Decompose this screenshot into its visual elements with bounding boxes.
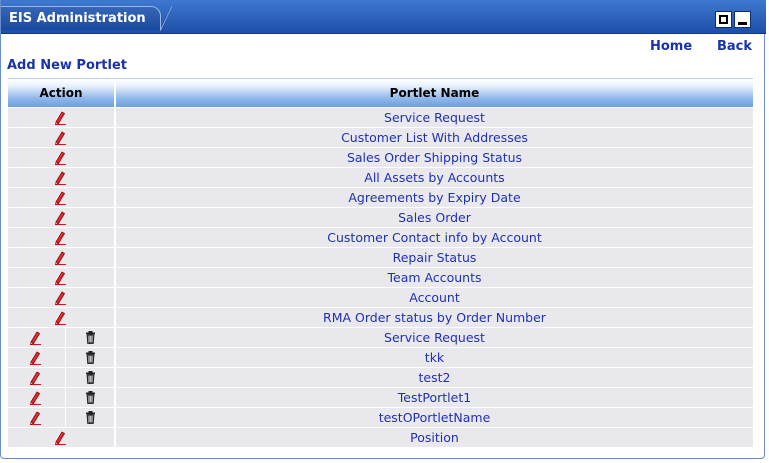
table-header: Action Portlet Name [8, 78, 753, 107]
table-row: TestPortlet1 [8, 388, 753, 407]
table-row: Account [8, 288, 753, 307]
portlet-table: Action Portlet Name Service Request Custo… [8, 78, 753, 447]
pencil-edit-icon[interactable] [52, 110, 67, 125]
pencil-edit-icon[interactable] [27, 350, 42, 365]
column-header-action: Action [8, 79, 116, 107]
action-cell [8, 348, 116, 367]
action-cell [8, 228, 116, 247]
action-divider [65, 368, 66, 387]
action-cell [8, 208, 116, 227]
home-link[interactable]: Home [650, 39, 692, 54]
action-divider [65, 408, 66, 427]
pencil-edit-icon[interactable] [52, 130, 67, 145]
action-divider [65, 388, 66, 407]
portlet-name-link[interactable]: RMA Order status by Order Number [116, 308, 753, 327]
action-cell [8, 148, 116, 167]
action-cell [8, 428, 116, 447]
action-cell [8, 308, 116, 327]
table-row: Sales Order Shipping Status [8, 148, 753, 167]
table-row: Repair Status [8, 248, 753, 267]
pencil-edit-icon[interactable] [52, 150, 67, 165]
trash-delete-icon[interactable] [83, 350, 98, 365]
trash-delete-icon[interactable] [83, 330, 98, 345]
portlet-name-link[interactable]: Service Request [116, 108, 753, 127]
pencil-edit-icon[interactable] [52, 210, 67, 225]
portlet-name-link[interactable]: Team Accounts [116, 268, 753, 287]
table-row: Customer List With Addresses [8, 128, 753, 147]
window-title: EIS Administration [1, 6, 172, 31]
trash-delete-icon[interactable] [83, 370, 98, 385]
action-cell [8, 248, 116, 267]
minimize-button[interactable] [734, 11, 751, 28]
pencil-edit-icon[interactable] [52, 250, 67, 265]
column-header-portlet-name: Portlet Name [389, 86, 480, 100]
pencil-edit-icon[interactable] [27, 410, 42, 425]
portlet-name-link[interactable]: test2 [116, 368, 753, 387]
action-cell [8, 288, 116, 307]
restore-icon [719, 15, 728, 24]
table-row: RMA Order status by Order Number [8, 308, 753, 327]
action-divider [65, 328, 66, 347]
add-new-portlet-link[interactable]: Add New Portlet [7, 58, 127, 73]
action-divider [65, 348, 66, 367]
pencil-edit-icon[interactable] [52, 170, 67, 185]
restore-button[interactable] [715, 11, 732, 28]
pencil-edit-icon[interactable] [27, 390, 42, 405]
portlet-name-link[interactable]: tkk [116, 348, 753, 367]
action-cell [8, 188, 116, 207]
portlet-name-link[interactable]: Repair Status [116, 248, 753, 267]
action-cell [8, 168, 116, 187]
table-row: Customer Contact info by Account [8, 228, 753, 247]
pencil-edit-icon[interactable] [52, 290, 67, 305]
portlet-name-link[interactable]: Account [116, 288, 753, 307]
table-row: testOPortletName [8, 408, 753, 427]
portlet-name-link[interactable]: TestPortlet1 [116, 388, 753, 407]
pencil-edit-icon[interactable] [27, 370, 42, 385]
portlet-name-link[interactable]: Agreements by Expiry Date [116, 188, 753, 207]
pencil-edit-icon[interactable] [52, 270, 67, 285]
portlet-name-link[interactable]: testOPortletName [116, 408, 753, 427]
portlet-name-link[interactable]: Sales Order [116, 208, 753, 227]
window-titlebar: EIS Administration [1, 0, 766, 34]
back-link[interactable]: Back [717, 39, 752, 54]
action-cell [8, 268, 116, 287]
table-row: test2 [8, 368, 753, 387]
pencil-edit-icon[interactable] [52, 190, 67, 205]
table-row: Service Request [8, 328, 753, 347]
portlet-name-link[interactable]: Customer Contact info by Account [116, 228, 753, 247]
action-cell [8, 128, 116, 147]
portlet-name-link[interactable]: Sales Order Shipping Status [116, 148, 753, 167]
portlet-name-link[interactable]: All Assets by Accounts [116, 168, 753, 187]
table-body: Service Request Customer List With Addres… [8, 108, 753, 447]
action-cell [8, 368, 116, 387]
pencil-edit-icon[interactable] [52, 430, 67, 445]
trash-delete-icon[interactable] [83, 410, 98, 425]
action-cell [8, 328, 116, 347]
table-row: Service Request [8, 108, 753, 127]
portlet-admin-window: EIS Administration Home Back Add New Por… [0, 0, 766, 459]
minimize-icon [738, 22, 747, 25]
table-row: Position [8, 428, 753, 447]
table-row: Team Accounts [8, 268, 753, 287]
action-cell [8, 388, 116, 407]
pencil-edit-icon[interactable] [52, 310, 67, 325]
portlet-name-link[interactable]: Customer List With Addresses [116, 128, 753, 147]
table-row: All Assets by Accounts [8, 168, 753, 187]
pencil-edit-icon[interactable] [27, 330, 42, 345]
portlet-name-link[interactable]: Position [116, 428, 753, 447]
table-row: Agreements by Expiry Date [8, 188, 753, 207]
table-row: Sales Order [8, 208, 753, 227]
pencil-edit-icon[interactable] [52, 230, 67, 245]
table-row: tkk [8, 348, 753, 367]
action-cell [8, 408, 116, 427]
portlet-name-link[interactable]: Service Request [116, 328, 753, 347]
action-cell [8, 108, 116, 127]
trash-delete-icon[interactable] [83, 390, 98, 405]
